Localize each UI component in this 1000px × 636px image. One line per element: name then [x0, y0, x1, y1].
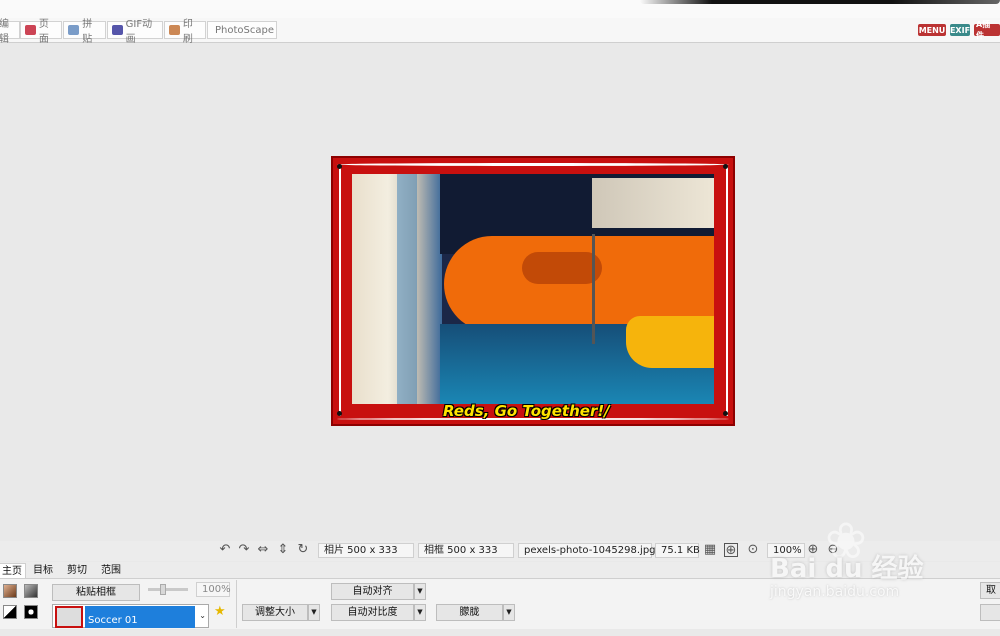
- resize-button[interactable]: 调整大小: [242, 604, 308, 621]
- resize-dropdown[interactable]: ▼: [308, 604, 320, 621]
- tab-edit-label: 编辑: [0, 19, 9, 45]
- frame-corner-tr: [723, 164, 728, 169]
- gradient-tool-icon[interactable]: [24, 584, 38, 598]
- exif-button[interactable]: EXIF: [950, 24, 970, 36]
- paint-yellow-patch: [626, 316, 714, 368]
- tab-print-label: 印刷: [182, 19, 193, 45]
- frame-select[interactable]: Soccer 01 ⌄: [52, 604, 209, 628]
- frame-corner-bl: [337, 411, 342, 416]
- page-icon: [25, 25, 36, 35]
- paint-blue-streak: [397, 174, 417, 404]
- opacity-slider-handle[interactable]: [160, 584, 166, 595]
- paint-cream-top-right: [592, 178, 714, 228]
- paint-orange-shade: [522, 252, 602, 284]
- auto-align-dropdown[interactable]: ▼: [414, 583, 426, 600]
- frame-stripe-left: [339, 166, 341, 416]
- opacity-slider-track[interactable]: [148, 588, 188, 591]
- right-button[interactable]: 取: [980, 582, 1000, 599]
- print-icon: [169, 25, 180, 35]
- tab-photoscape[interactable]: PhotoScape: [207, 21, 277, 39]
- tab-combine[interactable]: 拼贴: [63, 19, 106, 45]
- refresh-icon[interactable]: ↻: [296, 543, 310, 557]
- frame-size-field: 相框 500 x 333: [418, 543, 514, 558]
- plugin-button[interactable]: A插件: [974, 20, 1000, 40]
- tab-home[interactable]: 主页: [0, 563, 26, 578]
- photo-size-field: 相片 500 x 333: [318, 543, 414, 558]
- panel-divider: [236, 580, 237, 628]
- combine-icon: [68, 25, 80, 35]
- frame-stripe-top: [337, 163, 729, 166]
- favorite-star-icon[interactable]: ★: [214, 604, 226, 619]
- right-button-2[interactable]: [980, 604, 1000, 621]
- top-shadow: [640, 0, 1000, 4]
- zoom-in-icon[interactable]: ⊕: [806, 543, 820, 557]
- transparency-icon[interactable]: ▦: [703, 543, 717, 557]
- zoom-out-icon[interactable]: ⊖: [826, 543, 840, 557]
- tab-print[interactable]: 印刷: [164, 19, 206, 45]
- auto-align-button[interactable]: 自动对齐: [331, 583, 414, 600]
- menu-button[interactable]: MENU: [918, 24, 946, 36]
- opacity-field[interactable]: 100%: [196, 582, 231, 597]
- auto-contrast-button[interactable]: 自动对比度: [331, 604, 414, 621]
- tab-gif-label: GIF动画: [125, 19, 153, 45]
- tab-object[interactable]: 目标: [30, 563, 56, 578]
- tab-edit[interactable]: 编辑: [0, 19, 20, 45]
- tab-combine-label: 拼贴: [82, 19, 93, 45]
- backlight-tool-icon[interactable]: [24, 605, 38, 619]
- rotate-left-icon[interactable]: ↶: [218, 543, 232, 557]
- contrast-tool-icon[interactable]: [3, 605, 17, 619]
- tab-page[interactable]: 页面: [20, 19, 62, 45]
- bottom-tab-bar: [0, 562, 1000, 578]
- frame-name: Soccer 01: [85, 606, 195, 628]
- filesize-field: 75.1 KB: [655, 543, 700, 558]
- chevron-down-icon: ⌄: [199, 611, 206, 620]
- flip-horizontal-icon[interactable]: ⇔: [256, 543, 270, 557]
- frame-corner-tl: [337, 164, 342, 169]
- paste-frame-button[interactable]: 粘贴相框: [52, 584, 140, 601]
- tab-crop[interactable]: 剪切: [64, 563, 90, 578]
- flip-vertical-icon[interactable]: ⇕: [276, 543, 290, 557]
- main-tab-bar: 编辑 页面 拼贴 GIF动画 印刷 PhotoScape: [0, 18, 1000, 45]
- auto-contrast-dropdown[interactable]: ▼: [414, 604, 426, 621]
- tab-gif[interactable]: GIF动画: [107, 19, 163, 45]
- filename-field: pexels-photo-1045298.jpg: [518, 543, 656, 558]
- paint-dark-line: [592, 234, 595, 344]
- zoom-fit-icon[interactable]: ⊕: [724, 543, 738, 558]
- gif-icon: [112, 25, 123, 35]
- blur-button[interactable]: 朦胧: [436, 604, 503, 621]
- zoom-actual-icon[interactable]: ⊙: [746, 543, 760, 557]
- rotate-right-icon[interactable]: ↷: [237, 543, 251, 557]
- tab-photoscape-label: PhotoScape: [215, 24, 274, 36]
- blur-dropdown[interactable]: ▼: [503, 604, 515, 621]
- frame-slogan: Reds, Go Together!/: [443, 402, 610, 420]
- frame-corner-br: [723, 411, 728, 416]
- frame-thumbnail: [55, 606, 83, 628]
- frame-stripe-right: [726, 166, 728, 416]
- tab-page-label: 页面: [38, 19, 49, 45]
- tab-region[interactable]: 范围: [98, 563, 124, 578]
- color-tool-icon[interactable]: [3, 584, 17, 598]
- photo-image: [352, 174, 714, 404]
- zoom-field[interactable]: 100%: [767, 543, 805, 558]
